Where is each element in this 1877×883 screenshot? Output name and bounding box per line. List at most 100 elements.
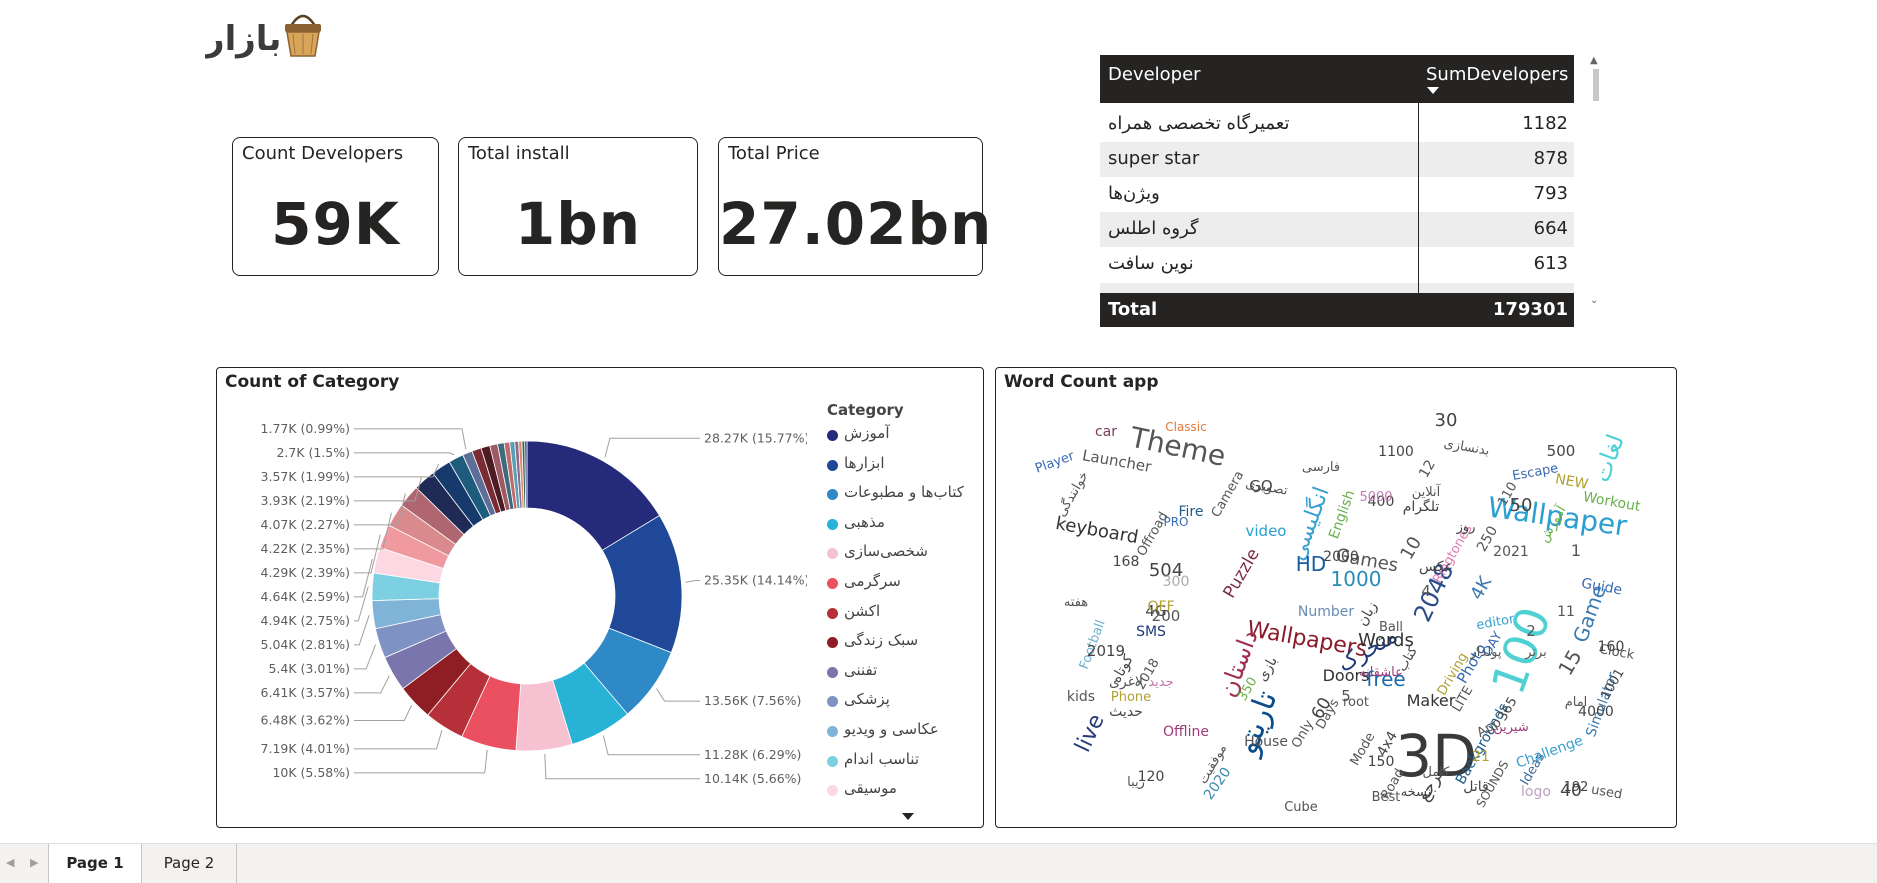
- legend-item[interactable]: عکاسی و ویدیو: [827, 719, 977, 743]
- scroll-up-icon[interactable]: ▲: [1590, 55, 1598, 66]
- word-cloud-word[interactable]: جدید: [1148, 675, 1173, 690]
- word-cloud-word[interactable]: Challenge: [1514, 733, 1585, 772]
- word-cloud-word[interactable]: 2000: [1323, 549, 1359, 565]
- word-cloud-word[interactable]: 5000: [1359, 490, 1392, 505]
- word-cloud-word[interactable]: HD: [1296, 552, 1326, 576]
- word-cloud-word[interactable]: 40: [1560, 781, 1582, 801]
- legend-item[interactable]: تناسب اندام: [827, 749, 977, 773]
- word-cloud-word[interactable]: 4K: [1466, 572, 1496, 604]
- word-cloud-word[interactable]: Cube: [1284, 800, 1318, 815]
- scroll-down-icon[interactable]: ⌄: [1590, 295, 1598, 306]
- word-cloud-word[interactable]: 1: [1571, 541, 1581, 560]
- legend-item[interactable]: سبک زندگی: [827, 630, 977, 654]
- word-cloud-word[interactable]: کامل: [1423, 765, 1451, 780]
- count-of-category-panel[interactable]: Count of Category 28.27K (15.77%) 25.35K …: [216, 367, 984, 828]
- word-cloud-word[interactable]: Best: [1372, 790, 1401, 805]
- word-cloud-word[interactable]: لغات: [1587, 431, 1630, 486]
- word-cloud-word[interactable]: 15: [1553, 645, 1587, 679]
- word-cloud-word[interactable]: LITE: [1450, 684, 1477, 715]
- word-cloud-word[interactable]: Player: [1033, 449, 1077, 477]
- word-cloud-word[interactable]: حدیث: [1109, 704, 1143, 720]
- legend-item[interactable]: پزشکی: [827, 689, 977, 713]
- word-cloud-word[interactable]: 168: [1113, 554, 1140, 570]
- word-cloud-word[interactable]: Escape: [1511, 461, 1559, 484]
- word-cloud-word[interactable]: زیبا: [1127, 775, 1145, 790]
- word-cloud-word[interactable]: Puzzle: [1220, 545, 1264, 602]
- word-cloud-word[interactable]: شیرین: [1493, 720, 1529, 735]
- word-cloud-word[interactable]: SMS: [1136, 624, 1166, 640]
- word-cloud-word[interactable]: NEW: [1554, 471, 1590, 493]
- word-cloud-word[interactable]: نسخه: [1401, 785, 1432, 800]
- legend-item[interactable]: اکشن: [827, 601, 977, 625]
- word-cloud-word[interactable]: 30: [1435, 410, 1458, 431]
- card-total-price[interactable]: Total Price 27.02bn: [718, 137, 991, 276]
- word-cloud-word[interactable]: لاغری: [1109, 674, 1143, 690]
- word-cloud-word[interactable]: قاتل: [1463, 779, 1488, 795]
- word-cloud-word[interactable]: kids: [1067, 689, 1095, 705]
- word-cloud-word[interactable]: زبان: [1354, 599, 1380, 629]
- word-cloud-word[interactable]: تصویری: [1244, 476, 1289, 498]
- column-header-sum[interactable]: SumDevelopers: [1426, 64, 1568, 85]
- developer-table[interactable]: Developer SumDevelopers تعمیرگاه تخصصی ه…: [1100, 55, 1574, 327]
- legend-item[interactable]: تفننی: [827, 660, 977, 684]
- legend-item[interactable]: سرگرمی: [827, 571, 977, 595]
- category-donut-chart[interactable]: 28.27K (15.77%) 25.35K (14.14%) 13.56K (7.…: [217, 386, 807, 826]
- table-scrollbar[interactable]: ▲ ⌄: [1590, 55, 1602, 313]
- card-count-developers[interactable]: Count Developers 59K: [232, 137, 439, 276]
- word-cloud-word[interactable]: پولدار: [1469, 645, 1501, 660]
- next-page-icon[interactable]: ▶: [30, 856, 38, 869]
- word-cloud-word[interactable]: video: [1246, 522, 1287, 540]
- word-cloud-word[interactable]: 50: [1510, 495, 1533, 516]
- table-row[interactable]: گروه اطلس 664: [1100, 212, 1574, 247]
- word-cloud-word[interactable]: Only: [1289, 717, 1317, 751]
- word-cloud-word[interactable]: 2: [1526, 622, 1536, 640]
- tab-page-2[interactable]: Page 2: [142, 844, 237, 883]
- legend-item[interactable]: موسیقی: [827, 778, 977, 802]
- word-cloud-word[interactable]: 4: [1421, 582, 1431, 600]
- legend-item[interactable]: مذهبی: [827, 512, 977, 536]
- table-row[interactable]: تعمیرگاه تخصصی همراه 1182: [1100, 107, 1574, 142]
- word-cloud-word[interactable]: Ball: [1379, 620, 1403, 635]
- word-cloud-word[interactable]: car: [1095, 424, 1117, 440]
- word-cloud-word[interactable]: 1100: [1378, 444, 1414, 460]
- word-cloud-word[interactable]: Offline: [1163, 724, 1209, 740]
- legend-item[interactable]: آموزش: [827, 423, 977, 447]
- word-cloud-word[interactable]: live: [1071, 710, 1110, 756]
- table-row[interactable]: super star 878: [1100, 142, 1574, 177]
- word-cloud-word[interactable]: 11: [1557, 604, 1575, 620]
- word-cloud-word[interactable]: بازی: [1254, 654, 1281, 684]
- word-cloud-word[interactable]: 200: [1152, 607, 1181, 625]
- word-cloud-word[interactable]: آنلاین: [1412, 483, 1442, 500]
- word-cloud-word[interactable]: logo: [1521, 784, 1551, 800]
- word-cloud-word[interactable]: عاشقانه: [1359, 665, 1403, 680]
- word-cloud-word[interactable]: خوانندگی: [1053, 468, 1092, 519]
- table-row[interactable]: ویژن‌ها 793: [1100, 177, 1574, 212]
- word-cloud-word[interactable]: PRO: [1163, 515, 1188, 529]
- word-cloud-word[interactable]: 21: [1472, 749, 1490, 765]
- table-row[interactable]: نوین سافت 613: [1100, 247, 1574, 282]
- tab-page-1[interactable]: Page 1: [48, 844, 142, 883]
- legend-item[interactable]: ابزارها: [827, 453, 977, 477]
- word-cloud-word[interactable]: Camera: [1209, 468, 1248, 520]
- word-cloud-word[interactable]: بدنسازی: [1443, 436, 1491, 459]
- legend-more-icon[interactable]: [902, 813, 914, 820]
- word-cloud-word[interactable]: 500: [1547, 442, 1576, 460]
- word-cloud-word[interactable]: 300: [1163, 574, 1190, 590]
- word-cloud-word[interactable]: used: [1590, 782, 1623, 802]
- card-total-install[interactable]: Total install 1bn: [458, 137, 698, 276]
- word-cloud-word[interactable]: تلگرام: [1403, 498, 1440, 515]
- word-count-panel[interactable]: Word Count app 3D 100 Wallpaper Theme تاریتو…: [995, 367, 1677, 828]
- word-cloud-word[interactable]: Number: [1298, 604, 1354, 620]
- word-cloud-word[interactable]: برتر: [1524, 645, 1547, 660]
- word-cloud-word[interactable]: فارسی: [1302, 460, 1340, 475]
- word-cloud-word[interactable]: House: [1244, 734, 1288, 750]
- word-cloud-word[interactable]: Classic: [1165, 420, 1207, 434]
- word-cloud-word[interactable]: هفته: [1064, 595, 1088, 610]
- sort-descending-icon[interactable]: [1427, 87, 1439, 94]
- word-cloud-word[interactable]: 5: [1341, 687, 1351, 705]
- prev-page-icon[interactable]: ◀: [6, 856, 14, 869]
- word-cloud-word[interactable]: عکس: [1419, 559, 1453, 575]
- legend-item[interactable]: کتاب‌ها و مطبوعات: [827, 482, 977, 506]
- scrollbar-thumb[interactable]: [1593, 69, 1599, 101]
- word-cloud-word[interactable]: امام: [1565, 695, 1588, 710]
